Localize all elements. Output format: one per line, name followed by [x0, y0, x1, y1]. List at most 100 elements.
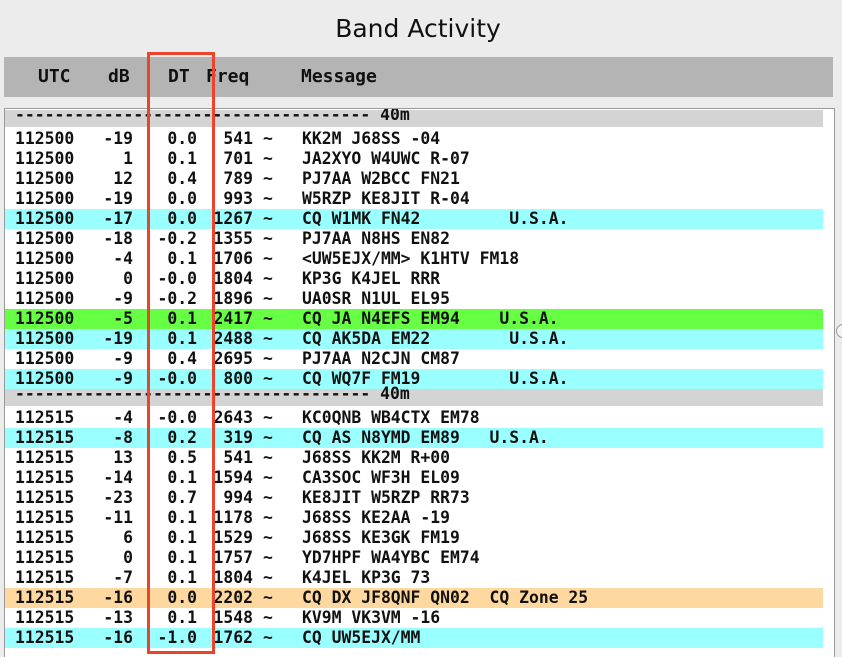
freq-offset-marker: ~	[263, 608, 273, 627]
decode-db: -17	[103, 209, 133, 228]
decode-freq: 541	[223, 129, 253, 148]
decode-db: -8	[113, 428, 133, 447]
decode-db: -14	[103, 468, 133, 487]
freq-offset-marker: ~	[263, 249, 273, 268]
decode-row[interactable]: 112515 -13 0.1 1548 ~ KV9M VK3VM -16	[5, 608, 823, 628]
decode-message: KC0QNB WB4CTX EM78	[302, 408, 480, 427]
decode-dt: 0.1	[167, 468, 197, 487]
decode-row[interactable]: 112500 1 0.1 701 ~ JA2XYO W4UWC R-07	[5, 149, 823, 169]
decode-utc: 112515	[15, 488, 75, 507]
decode-dt: 0.1	[167, 568, 197, 587]
decode-dt: 0.2	[167, 428, 197, 447]
decode-row[interactable]: 112515 -16 0.0 2202 ~ CQ DX JF8QNF QN02 CQ Zo…	[5, 588, 823, 608]
decode-utc: 112515	[15, 548, 75, 567]
decode-freq: 1804	[213, 269, 253, 288]
decode-freq: 994	[223, 488, 253, 507]
decode-freq: 2695	[213, 349, 253, 368]
decode-row[interactable]: 112500 -5 0.1 2417 ~ CQ JA N4EFS EM94 U.S.A.	[5, 309, 823, 329]
freq-offset-marker: ~	[263, 528, 273, 547]
decode-utc: 112500	[15, 209, 75, 228]
decode-freq: 2417	[213, 309, 253, 328]
decode-db: 13	[113, 448, 133, 467]
column-header-message[interactable]: Message	[301, 66, 377, 87]
decode-db: -23	[103, 488, 133, 507]
decode-dt: -1.0	[157, 628, 197, 647]
decode-dt: 0.0	[167, 129, 197, 148]
decode-row[interactable]: 112500 -9 0.4 2695 ~ PJ7AA N2CJN CM87	[5, 349, 823, 369]
decode-dt: 0.1	[167, 309, 197, 328]
decode-dt: -0.2	[157, 289, 197, 308]
freq-offset-marker: ~	[263, 428, 273, 447]
decode-row[interactable]: 112515 0 0.1 1757 ~ YD7HPF WA4YBC EM74	[5, 548, 823, 568]
decode-row[interactable]: 112500 -19 0.1 2488 ~ CQ AK5DA EM22 U.S.A.	[5, 329, 823, 349]
decode-utc: 112515	[15, 468, 75, 487]
freq-offset-marker: ~	[263, 568, 273, 587]
band-separator[interactable]: ------------------------------------ 40m	[5, 385, 823, 406]
decode-db: -11	[103, 508, 133, 527]
decode-message: J68SS KK2M R+00	[302, 448, 451, 467]
decode-freq: 2202	[213, 588, 253, 607]
decode-row[interactable]: 112500 -9 -0.2 1896 ~ UA0SR N1UL EL95	[5, 289, 823, 309]
decode-row[interactable]: 112500 -4 0.1 1706 ~ <UW5EJX/MM> K1HTV FM18	[5, 249, 823, 269]
decode-row[interactable]: 112500 -19 0.0 993 ~ W5RZP KE8JIT R-04	[5, 189, 823, 209]
decode-freq: 1548	[213, 608, 253, 627]
decode-freq: 2643	[213, 408, 253, 427]
decode-db: 0	[123, 269, 133, 288]
decode-utc: 112500	[15, 229, 75, 248]
decode-row[interactable]: 112500 -19 0.0 541 ~ KK2M J68SS -04	[5, 129, 823, 149]
decode-row[interactable]: 112515 -14 0.1 1594 ~ CA3SOC WF3H EL09	[5, 468, 823, 488]
column-header-utc[interactable]: UTC	[38, 66, 71, 87]
window-title: Band Activity	[335, 14, 501, 43]
decode-message: K4JEL KP3G 73	[302, 568, 431, 587]
decode-row[interactable]: 112515 6 0.1 1529 ~ J68SS KE3GK FM19	[5, 528, 823, 548]
decode-row[interactable]: 112500 -18 -0.2 1355 ~ PJ7AA N8HS EN82	[5, 229, 823, 249]
decode-db: -7	[113, 568, 133, 587]
decode-utc: 112515	[15, 588, 75, 607]
decode-row[interactable]: 112500 12 0.4 789 ~ PJ7AA W2BCC FN21	[5, 169, 823, 189]
decode-dt: 0.4	[167, 169, 197, 188]
decode-utc: 112515	[15, 628, 75, 647]
decode-row[interactable]: 112515 -7 0.1 1804 ~ K4JEL KP3G 73	[5, 568, 823, 588]
band-separator[interactable]: ------------------------------------ 40m	[5, 108, 823, 127]
freq-offset-marker: ~	[263, 588, 273, 607]
decode-dt: 0.0	[167, 209, 197, 228]
decode-dt: -0.2	[157, 229, 197, 248]
freq-offset-marker: ~	[263, 408, 273, 427]
decode-row[interactable]: 112515 -8 0.2 319 ~ CQ AS N8YMD EM89 U.S.A.	[5, 428, 823, 448]
decode-row[interactable]: 112500 0 -0.0 1804 ~ KP3G K4JEL RRR	[5, 269, 823, 289]
decode-row[interactable]: 112515 -16 -1.0 1762 ~ CQ UW5EJX/MM	[5, 628, 823, 648]
decode-message: J68SS KE3GK FM19	[302, 528, 460, 547]
decode-freq: 789	[223, 169, 253, 188]
band-separator-label: ------------------------------------ 40m	[15, 108, 410, 124]
decode-row[interactable]: 112515 -23 0.7 994 ~ KE8JIT W5RZP RR73	[5, 488, 823, 508]
decode-freq: 1178	[213, 508, 253, 527]
freq-offset-marker: ~	[263, 129, 273, 148]
band-separator-label: ------------------------------------ 40m	[15, 384, 410, 403]
splitter-handle[interactable]	[836, 324, 842, 338]
decode-row[interactable]: 112500 -17 0.0 1267 ~ CQ W1MK FN42 U.S.A.	[5, 209, 823, 229]
decode-dt: 0.1	[167, 508, 197, 527]
decode-message: J68SS KE2AA -19	[302, 508, 451, 527]
decode-freq: 701	[223, 149, 253, 168]
decode-utc: 112500	[15, 129, 75, 148]
decode-message: KK2M J68SS -04	[302, 129, 441, 148]
decode-db: 12	[113, 169, 133, 188]
decode-row[interactable]: 112515 -4 -0.0 2643 ~ KC0QNB WB4CTX EM78	[5, 408, 823, 428]
column-header-freq[interactable]: Freq	[206, 66, 249, 87]
decode-freq: 1529	[213, 528, 253, 547]
freq-offset-marker: ~	[263, 209, 273, 228]
decode-row[interactable]: 112515 13 0.5 541 ~ J68SS KK2M R+00	[5, 448, 823, 468]
freq-offset-marker: ~	[263, 169, 273, 188]
column-header-db[interactable]: dB	[108, 66, 130, 87]
decode-utc: 112500	[15, 189, 75, 208]
decode-row[interactable]: 112515 -11 0.1 1178 ~ J68SS KE2AA -19	[5, 508, 823, 528]
decode-message: KP3G K4JEL RRR	[302, 269, 441, 288]
freq-offset-marker: ~	[263, 269, 273, 288]
band-activity-panel[interactable]: ------------------------------------ 40m…	[4, 108, 835, 657]
decode-utc: 112515	[15, 608, 75, 627]
column-header-dt[interactable]: DT	[168, 66, 190, 87]
decode-message: UA0SR N1UL EL95	[302, 289, 451, 308]
decode-message: CQ JA N4EFS EM94 U.S.A.	[302, 309, 559, 328]
decode-dt: 0.0	[167, 588, 197, 607]
decode-freq: 2488	[213, 329, 253, 348]
